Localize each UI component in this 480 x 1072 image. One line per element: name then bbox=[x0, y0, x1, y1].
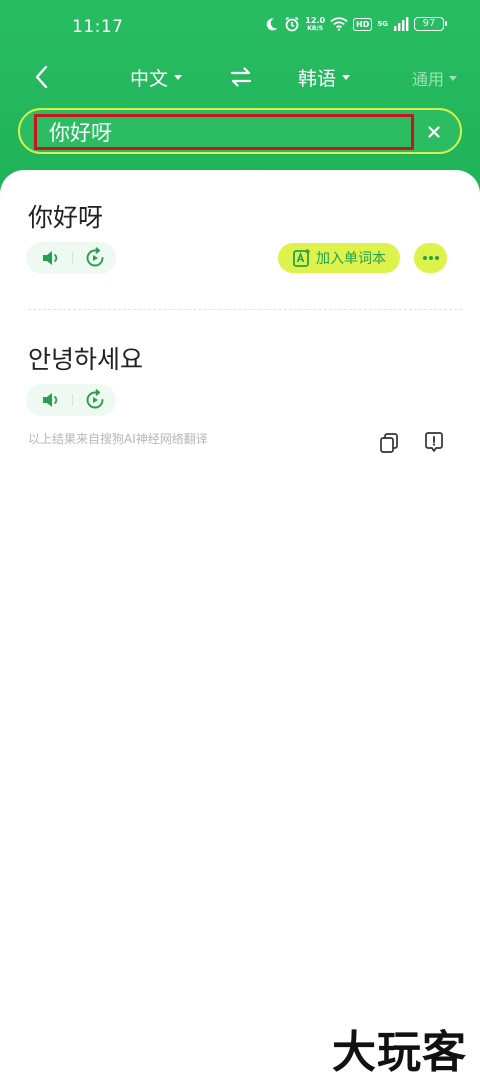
translation-card: 你好呀 加入单词本 안녕하세요 以上结果来自搜狗AI神经网络翻译 bbox=[0, 170, 480, 1072]
hd-badge: HD bbox=[353, 17, 373, 31]
speaker-icon[interactable] bbox=[40, 389, 62, 411]
replay-icon[interactable] bbox=[84, 389, 106, 411]
moon-icon bbox=[267, 18, 278, 31]
section-divider bbox=[28, 309, 462, 310]
watermark: 大玩客 bbox=[332, 1027, 467, 1072]
report-icon[interactable] bbox=[423, 431, 445, 453]
source-language-label: 中文 bbox=[130, 68, 169, 90]
search-box bbox=[18, 108, 462, 154]
mode-select[interactable]: 通用 bbox=[412, 66, 458, 90]
divider bbox=[72, 394, 73, 406]
alarm-icon bbox=[285, 16, 299, 32]
source-text: 你好呀 bbox=[28, 203, 104, 232]
translation-credit: 以上结果来自搜狗AI神经网络翻译 bbox=[28, 432, 208, 446]
close-icon bbox=[428, 126, 440, 138]
swap-arrows-icon bbox=[230, 67, 252, 87]
caret-down-icon bbox=[174, 75, 183, 80]
signal-icon bbox=[394, 17, 409, 31]
status-bar: 11:17 12.0 KB/S HD 5G 97 bbox=[0, 0, 480, 56]
add-to-wordbook-button[interactable]: 加入单词本 bbox=[278, 243, 400, 273]
net-speed-unit: KB/S bbox=[307, 24, 324, 32]
swap-languages-button[interactable] bbox=[228, 64, 254, 90]
net-speed: 12.0 KB/S bbox=[305, 15, 326, 32]
caret-down-icon bbox=[449, 75, 458, 81]
battery-indicator: 97 bbox=[414, 17, 447, 31]
chevron-left-icon bbox=[35, 65, 48, 89]
target-language-label: 韩语 bbox=[298, 68, 337, 90]
add-to-wordbook-label: 加入单词本 bbox=[316, 251, 386, 267]
caret-down-icon bbox=[342, 75, 351, 80]
status-icons: 12.0 KB/S HD 5G 97 bbox=[265, 15, 447, 32]
source-language-select[interactable]: 中文 bbox=[130, 64, 183, 91]
copy-icon[interactable] bbox=[378, 432, 400, 454]
source-audio-controls bbox=[26, 242, 116, 274]
more-dots-icon bbox=[422, 256, 439, 260]
back-button[interactable] bbox=[26, 62, 56, 92]
divider bbox=[72, 252, 73, 264]
wifi-icon bbox=[330, 17, 348, 31]
status-time: 11:17 bbox=[72, 17, 124, 37]
translation-audio-controls bbox=[26, 384, 116, 416]
add-word-icon bbox=[293, 249, 310, 267]
speaker-icon[interactable] bbox=[40, 247, 62, 269]
clear-input-button[interactable] bbox=[424, 122, 444, 142]
target-language-select[interactable]: 韩语 bbox=[298, 64, 351, 91]
search-input[interactable] bbox=[34, 114, 414, 150]
translation-text: 안녕하세요 bbox=[28, 345, 144, 374]
network-type: 5G bbox=[377, 20, 388, 28]
mode-label: 通用 bbox=[412, 70, 445, 89]
replay-icon[interactable] bbox=[84, 247, 106, 269]
nav-bar: 中文 韩语 通用 bbox=[0, 56, 480, 100]
more-options-button[interactable] bbox=[414, 243, 447, 273]
net-speed-value: 12.0 bbox=[305, 15, 326, 25]
